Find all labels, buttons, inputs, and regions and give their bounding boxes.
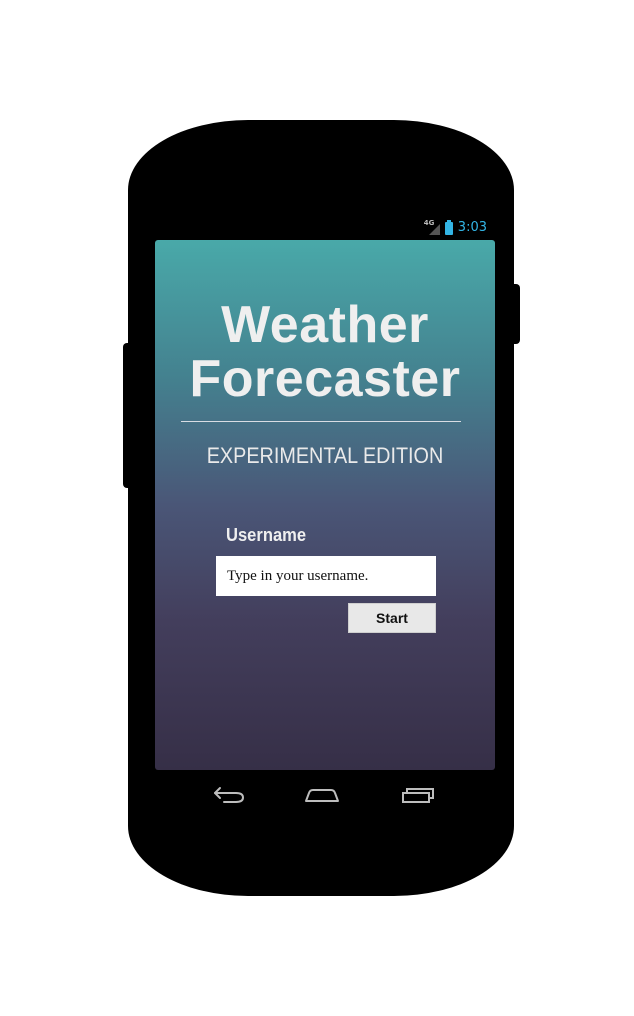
title-divider xyxy=(181,421,461,422)
app-title-line1: Weather xyxy=(221,296,429,354)
recents-button[interactable] xyxy=(398,780,438,808)
recents-icon xyxy=(402,788,434,803)
status-clock: 3:03 xyxy=(457,220,487,235)
power-button[interactable] xyxy=(512,284,520,344)
app-screen: Weather Forecaster EXPERIMENTAL EDITION … xyxy=(155,240,495,770)
app-title: Weather Forecaster xyxy=(155,298,495,406)
back-icon xyxy=(214,787,245,803)
navigation-bar xyxy=(155,772,495,816)
status-bar: 4G 3:03 xyxy=(155,218,495,240)
home-icon xyxy=(305,789,339,802)
username-input[interactable] xyxy=(216,556,436,596)
start-button[interactable]: Start xyxy=(348,603,436,633)
battery-icon xyxy=(444,219,453,235)
signal-strength-icon xyxy=(428,224,440,235)
app-title-line2: Forecaster xyxy=(189,350,461,408)
signal-icon: 4G xyxy=(424,220,440,236)
app-subtitle: EXPERIMENTAL EDITION xyxy=(206,443,444,468)
home-button[interactable] xyxy=(303,780,343,808)
status-icons: 4G 3:03 xyxy=(424,219,487,236)
back-button[interactable] xyxy=(210,780,250,808)
volume-button[interactable] xyxy=(123,343,131,488)
username-label: Username xyxy=(226,525,307,545)
